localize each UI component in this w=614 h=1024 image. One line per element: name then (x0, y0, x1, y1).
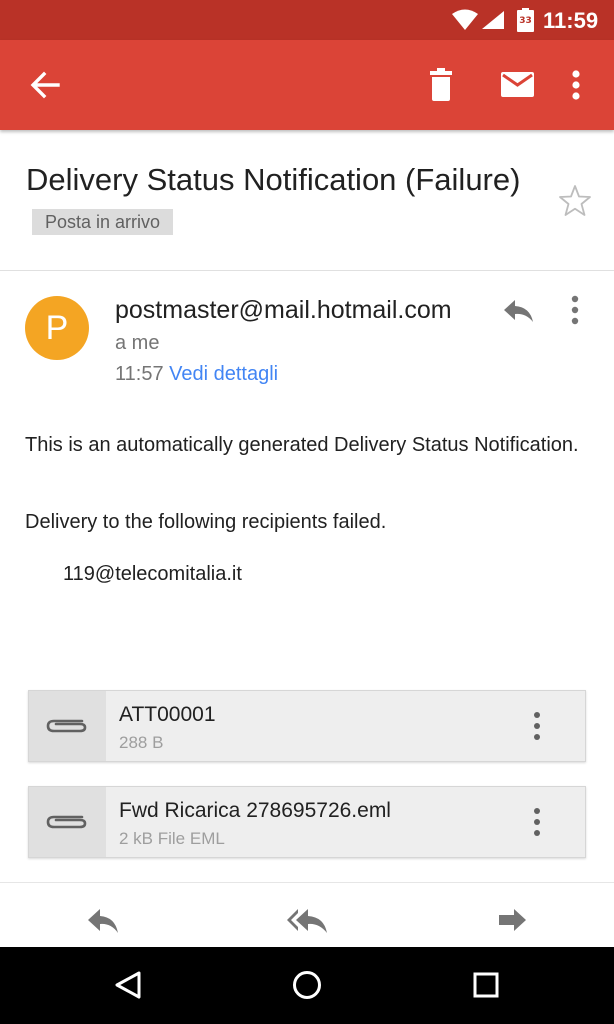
divider (0, 270, 614, 271)
more-vert-icon (572, 70, 580, 100)
home-circle-icon[interactable] (287, 965, 327, 1005)
message-time-row: 11:57 Vedi dettagli (115, 363, 278, 386)
attachment-name: ATT00001 (119, 703, 216, 726)
more-options-button[interactable] (556, 62, 596, 108)
subject-header: Delivery Status Notification (Failure) Po… (26, 158, 546, 244)
paperclip-icon (46, 815, 87, 829)
trash-icon (430, 68, 452, 101)
paperclip-icon (46, 719, 87, 733)
failed-recipient: 119@telecomitalia.it (63, 563, 242, 585)
attachment-meta: 288 B (119, 733, 164, 752)
more-vert-icon[interactable] (525, 805, 549, 839)
body-paragraph: This is an automatically generated Deliv… (25, 434, 579, 456)
attachment-meta: 2 kB File EML (119, 829, 225, 848)
more-vert-icon[interactable] (562, 292, 588, 328)
battery-icon: 33 (517, 8, 534, 32)
more-vert-icon[interactable] (525, 709, 549, 743)
star-icon[interactable] (557, 183, 593, 219)
email-subject: Delivery Status Notification (Failure) (26, 162, 521, 197)
forward-icon[interactable] (494, 903, 530, 937)
divider (0, 882, 614, 883)
view-details-link[interactable]: Vedi dettagli (169, 363, 278, 385)
body-paragraph: Delivery to the following recipients fai… (25, 511, 387, 533)
sender-address: postmaster@mail.hotmail.com (115, 296, 452, 324)
attachment-icon-box (29, 787, 106, 857)
navigation-bar (0, 947, 614, 1024)
mark-unread-button[interactable] (494, 62, 540, 108)
toolbar (0, 40, 614, 130)
status-time: 11:59 (543, 8, 599, 33)
delete-button[interactable] (418, 62, 464, 108)
reply-all-icon[interactable] (286, 903, 330, 937)
mail-icon (501, 72, 534, 97)
battery-level: 33 (519, 16, 532, 26)
attachment-name: Fwd Ricarica 278695726.eml (119, 799, 391, 822)
message-time: 11:57 (115, 363, 164, 385)
back-triangle-icon[interactable] (108, 965, 148, 1005)
recents-square-icon[interactable] (466, 965, 506, 1005)
inbox-label-chip: Posta in arrivo (32, 208, 174, 235)
cell-signal-icon (482, 11, 504, 29)
reply-icon[interactable] (85, 903, 121, 937)
back-arrow-icon (30, 71, 60, 99)
recipient-text: a me (115, 332, 160, 354)
sender-avatar: P (25, 296, 89, 360)
attachment-card[interactable]: Fwd Ricarica 278695726.eml 2 kB File EML (28, 786, 586, 858)
attachment-card[interactable]: ATT00001 288 B (28, 690, 586, 762)
back-button[interactable] (22, 62, 68, 108)
wifi-icon (452, 9, 478, 30)
attachment-icon-box (29, 691, 106, 761)
reply-icon[interactable] (500, 294, 536, 326)
status-bar: 33 11:59 (0, 0, 614, 40)
